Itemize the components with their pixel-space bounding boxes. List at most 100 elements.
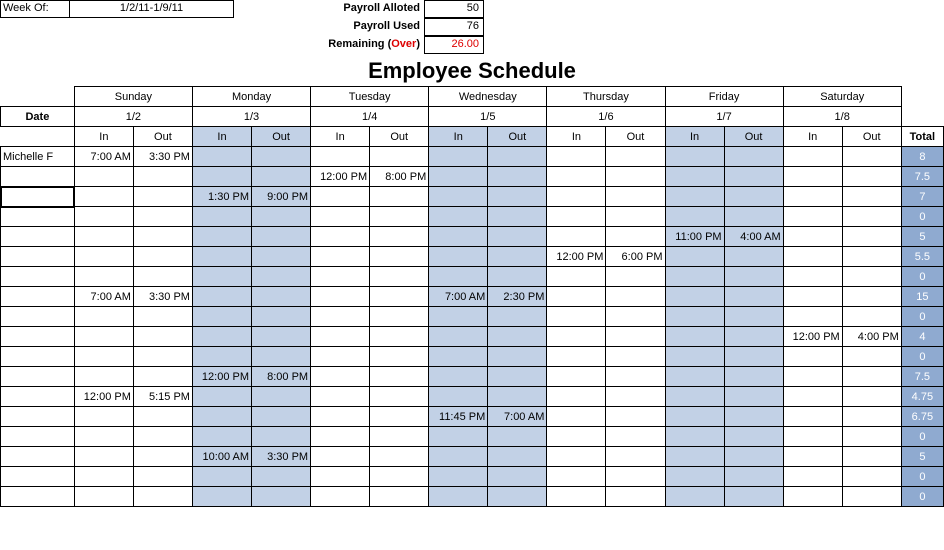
out-cell[interactable]	[606, 287, 665, 307]
out-cell[interactable]	[133, 407, 192, 427]
employee-name-cell[interactable]	[1, 167, 75, 187]
out-cell[interactable]	[252, 387, 311, 407]
in-cell[interactable]: 12:00 PM	[74, 387, 133, 407]
out-cell[interactable]: 8:00 PM	[370, 167, 429, 187]
in-cell[interactable]	[429, 347, 488, 367]
payroll-alloted-value[interactable]: 50	[424, 0, 484, 18]
in-cell[interactable]	[74, 227, 133, 247]
out-cell[interactable]	[724, 147, 783, 167]
out-cell[interactable]	[488, 387, 547, 407]
in-cell[interactable]	[547, 427, 606, 447]
out-cell[interactable]	[252, 347, 311, 367]
employee-name-cell[interactable]	[1, 307, 75, 327]
total-cell[interactable]: 5	[901, 447, 943, 467]
in-cell[interactable]	[665, 307, 724, 327]
out-cell[interactable]	[842, 287, 901, 307]
out-cell[interactable]	[488, 307, 547, 327]
in-cell[interactable]	[192, 287, 251, 307]
out-cell[interactable]	[724, 327, 783, 347]
out-cell[interactable]	[488, 167, 547, 187]
out-cell[interactable]	[842, 167, 901, 187]
employee-name-cell[interactable]	[1, 427, 75, 447]
in-cell[interactable]	[74, 327, 133, 347]
out-cell[interactable]	[488, 207, 547, 227]
in-cell[interactable]	[783, 147, 842, 167]
out-cell[interactable]	[724, 467, 783, 487]
in-cell[interactable]	[192, 167, 251, 187]
in-cell[interactable]	[311, 147, 370, 167]
in-cell[interactable]	[665, 447, 724, 467]
employee-name-cell[interactable]	[1, 227, 75, 247]
out-cell[interactable]: 6:00 PM	[606, 247, 665, 267]
out-cell[interactable]	[606, 227, 665, 247]
in-cell[interactable]	[74, 347, 133, 367]
out-cell[interactable]	[252, 227, 311, 247]
total-cell[interactable]: 0	[901, 207, 943, 227]
in-cell[interactable]	[547, 287, 606, 307]
in-cell[interactable]	[783, 227, 842, 247]
in-cell[interactable]	[74, 447, 133, 467]
out-cell[interactable]	[370, 407, 429, 427]
in-cell[interactable]	[783, 367, 842, 387]
out-cell[interactable]	[606, 267, 665, 287]
in-cell[interactable]	[547, 367, 606, 387]
in-cell[interactable]	[783, 427, 842, 447]
in-cell[interactable]	[665, 467, 724, 487]
out-cell[interactable]	[842, 427, 901, 447]
in-cell[interactable]	[429, 307, 488, 327]
in-cell[interactable]	[311, 487, 370, 507]
in-cell[interactable]	[192, 227, 251, 247]
total-cell[interactable]: 4	[901, 327, 943, 347]
out-cell[interactable]	[488, 227, 547, 247]
out-cell[interactable]: 5:15 PM	[133, 387, 192, 407]
in-cell[interactable]: 12:00 PM	[547, 247, 606, 267]
in-cell[interactable]	[665, 247, 724, 267]
out-cell[interactable]	[133, 367, 192, 387]
in-cell[interactable]	[311, 247, 370, 267]
out-cell[interactable]	[488, 327, 547, 347]
in-cell[interactable]	[547, 347, 606, 367]
total-cell[interactable]: 0	[901, 427, 943, 447]
out-cell[interactable]	[133, 247, 192, 267]
in-cell[interactable]	[665, 207, 724, 227]
out-cell[interactable]	[133, 187, 192, 207]
out-cell[interactable]	[724, 287, 783, 307]
out-cell[interactable]	[252, 327, 311, 347]
out-cell[interactable]	[488, 487, 547, 507]
in-cell[interactable]	[311, 427, 370, 447]
out-cell[interactable]	[842, 387, 901, 407]
out-cell[interactable]	[133, 347, 192, 367]
in-cell[interactable]	[311, 347, 370, 367]
employee-name-cell[interactable]	[1, 367, 75, 387]
in-cell[interactable]	[74, 467, 133, 487]
in-cell[interactable]	[783, 387, 842, 407]
employee-name-cell[interactable]	[1, 267, 75, 287]
out-cell[interactable]	[724, 307, 783, 327]
in-cell[interactable]	[665, 187, 724, 207]
out-cell[interactable]	[370, 347, 429, 367]
in-cell[interactable]	[783, 447, 842, 467]
in-cell[interactable]	[192, 147, 251, 167]
in-cell[interactable]	[192, 247, 251, 267]
in-cell[interactable]	[74, 487, 133, 507]
in-cell[interactable]	[665, 427, 724, 447]
total-cell[interactable]: 7.5	[901, 167, 943, 187]
out-cell[interactable]	[724, 427, 783, 447]
out-cell[interactable]	[488, 467, 547, 487]
in-cell[interactable]: 12:00 PM	[783, 327, 842, 347]
employee-name-cell[interactable]	[1, 287, 75, 307]
out-cell[interactable]	[370, 487, 429, 507]
out-cell[interactable]	[370, 427, 429, 447]
week-of-value[interactable]: 1/2/11-1/9/11	[70, 0, 234, 18]
out-cell[interactable]	[724, 367, 783, 387]
in-cell[interactable]	[547, 327, 606, 347]
out-cell[interactable]: 3:30 PM	[133, 287, 192, 307]
out-cell[interactable]: 7:00 AM	[488, 407, 547, 427]
employee-name-cell[interactable]	[1, 487, 75, 507]
out-cell[interactable]	[606, 367, 665, 387]
in-cell[interactable]	[311, 447, 370, 467]
out-cell[interactable]	[842, 407, 901, 427]
in-cell[interactable]	[783, 207, 842, 227]
in-cell[interactable]	[311, 327, 370, 347]
in-cell[interactable]	[74, 427, 133, 447]
